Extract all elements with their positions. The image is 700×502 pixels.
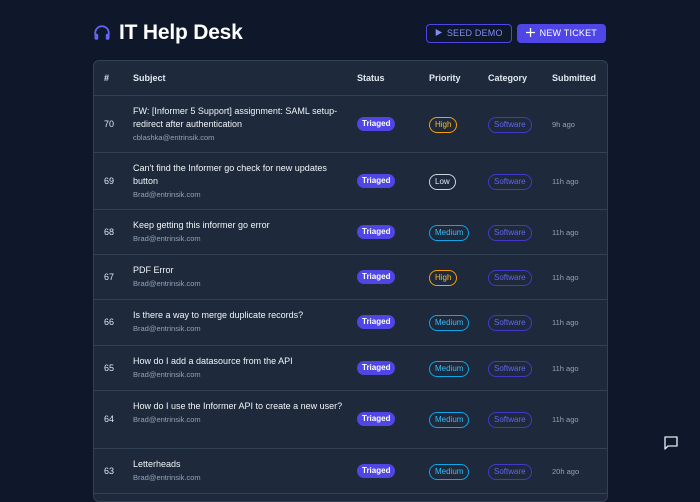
status-badge: Triaged	[357, 174, 396, 188]
submitted-time: 20h ago	[552, 467, 580, 476]
table-header: # Subject Status Priority Category Submi…	[94, 61, 607, 96]
priority-badge: Medium	[429, 315, 470, 331]
headset-icon	[93, 24, 111, 42]
priority-badge: Medium	[429, 225, 470, 241]
status-badge: Triaged	[357, 225, 396, 239]
submitted-time: 11h ago	[552, 318, 579, 327]
table-row[interactable]: 66 Is there a way to merge duplicate rec…	[94, 300, 607, 346]
ticket-subject-cell: Can't find the Informer go check for new…	[133, 162, 343, 199]
ticket-email: Brad@entrinsik.com	[133, 279, 201, 288]
submitted-time: 11h ago	[552, 177, 579, 186]
table-row[interactable]: 63 Letterheads Brad@entrinsik.com Triage…	[94, 449, 607, 494]
submitted-time: 11h ago	[552, 415, 579, 424]
app-title-group: IT Help Desk	[93, 21, 243, 45]
status-badge: Triaged	[357, 412, 396, 426]
ticket-subject-cell: How do I use the Informer API to create …	[133, 400, 343, 424]
priority-badge: High	[429, 270, 458, 286]
submitted-time: 11h ago	[552, 228, 579, 237]
ticket-email: Brad@entrinsik.com	[133, 234, 201, 243]
new-ticket-button[interactable]: NEW TICKET	[516, 23, 606, 43]
ticket-subject-cell: Letterheads Brad@entrinsik.com	[133, 458, 343, 482]
ticket-subject-cell: FW: [Informer 5 Support] assignment: SAM…	[133, 105, 343, 142]
chat-icon[interactable]	[662, 434, 680, 452]
tickets-table: # Subject Status Priority Category Submi…	[93, 60, 608, 502]
seed-demo-button[interactable]: SEED DEMO	[425, 23, 512, 43]
ticket-subject[interactable]: PDF Error	[133, 264, 343, 277]
submitted-time: 11h ago	[552, 273, 579, 282]
ticket-subject-cell: How do I add a datasource from the API B…	[133, 355, 343, 379]
category-badge: Software	[488, 225, 532, 241]
ticket-email: cblashka@entrinsik.com	[133, 133, 215, 142]
header-actions: SEED DEMO NEW TICKET	[425, 23, 606, 43]
category-badge: Software	[488, 270, 532, 286]
ticket-number: 64	[104, 414, 115, 424]
ticket-subject-cell: PDF Error Brad@entrinsik.com	[133, 264, 343, 288]
column-header-status: Status	[357, 73, 385, 83]
ticket-number: 63	[104, 466, 115, 476]
status-badge: Triaged	[357, 315, 396, 329]
category-badge: Software	[488, 412, 532, 428]
status-badge: Triaged	[357, 270, 396, 284]
category-badge: Software	[488, 361, 532, 377]
ticket-number: 68	[104, 227, 115, 237]
submitted-time: 11h ago	[552, 364, 579, 373]
priority-badge: Medium	[429, 361, 470, 377]
column-header-number: #	[104, 73, 110, 83]
column-header-subject: Subject	[133, 73, 166, 83]
category-badge: Software	[488, 117, 532, 133]
priority-badge: Medium	[429, 464, 470, 480]
ticket-email: Brad@entrinsik.com	[133, 370, 201, 379]
status-badge: Triaged	[357, 117, 396, 131]
priority-badge: High	[429, 117, 458, 133]
ticket-number: 69	[104, 176, 115, 186]
ticket-subject[interactable]: Keep getting this informer go error	[133, 219, 343, 232]
ticket-subject-cell: Is there a way to merge duplicate record…	[133, 309, 343, 333]
app-title: IT Help Desk	[119, 21, 243, 44]
category-badge: Software	[488, 464, 532, 480]
submitted-time: 9h ago	[552, 120, 575, 129]
ticket-subject[interactable]: Can't find the Informer go check for new…	[133, 162, 343, 188]
ticket-subject[interactable]: Letterheads	[133, 458, 343, 471]
ticket-number: 65	[104, 363, 115, 373]
new-ticket-label: NEW TICKET	[539, 28, 597, 38]
column-header-submitted: Submitted	[552, 73, 596, 83]
status-badge: Triaged	[357, 464, 396, 478]
priority-badge: Low	[429, 174, 456, 190]
ticket-subject[interactable]: How do I add a datasource from the API	[133, 355, 343, 368]
table-row[interactable]: 69 Can't find the Informer go check for …	[94, 153, 607, 210]
status-badge: Triaged	[357, 361, 396, 375]
ticket-subject[interactable]: Is there a way to merge duplicate record…	[133, 309, 343, 322]
ticket-email: Brad@entrinsik.com	[133, 190, 201, 199]
column-header-priority: Priority	[429, 73, 461, 83]
table-row[interactable]: 70 FW: [Informer 5 Support] assignment: …	[94, 96, 607, 153]
ticket-email: Brad@entrinsik.com	[133, 473, 201, 482]
ticket-email: Brad@entrinsik.com	[133, 415, 201, 424]
ticket-number: 70	[104, 119, 115, 129]
play-icon	[435, 28, 442, 38]
ticket-subject[interactable]: FW: [Informer 5 Support] assignment: SAM…	[133, 105, 343, 131]
page-header: IT Help Desk SEED DEMO NEW TICKET	[93, 20, 606, 46]
ticket-subject[interactable]: How do I use the Informer API to create …	[133, 400, 343, 413]
table-row[interactable]: 64 How do I use the Informer API to crea…	[94, 391, 607, 449]
table-row[interactable]: 67 PDF Error Brad@entrinsik.com Triaged …	[94, 255, 607, 300]
table-row[interactable]: 65 How do I add a datasource from the AP…	[94, 346, 607, 391]
ticket-number: 67	[104, 272, 115, 282]
ticket-number: 66	[104, 317, 115, 327]
column-header-category: Category	[488, 73, 528, 83]
seed-demo-label: SEED DEMO	[446, 28, 503, 38]
category-badge: Software	[488, 174, 532, 190]
ticket-subject-cell: Keep getting this informer go error Brad…	[133, 219, 343, 243]
ticket-email: Brad@entrinsik.com	[133, 324, 201, 333]
plus-icon	[525, 27, 535, 39]
category-badge: Software	[488, 315, 532, 331]
table-row[interactable]: 68 Keep getting this informer go error B…	[94, 210, 607, 255]
priority-badge: Medium	[429, 412, 470, 428]
